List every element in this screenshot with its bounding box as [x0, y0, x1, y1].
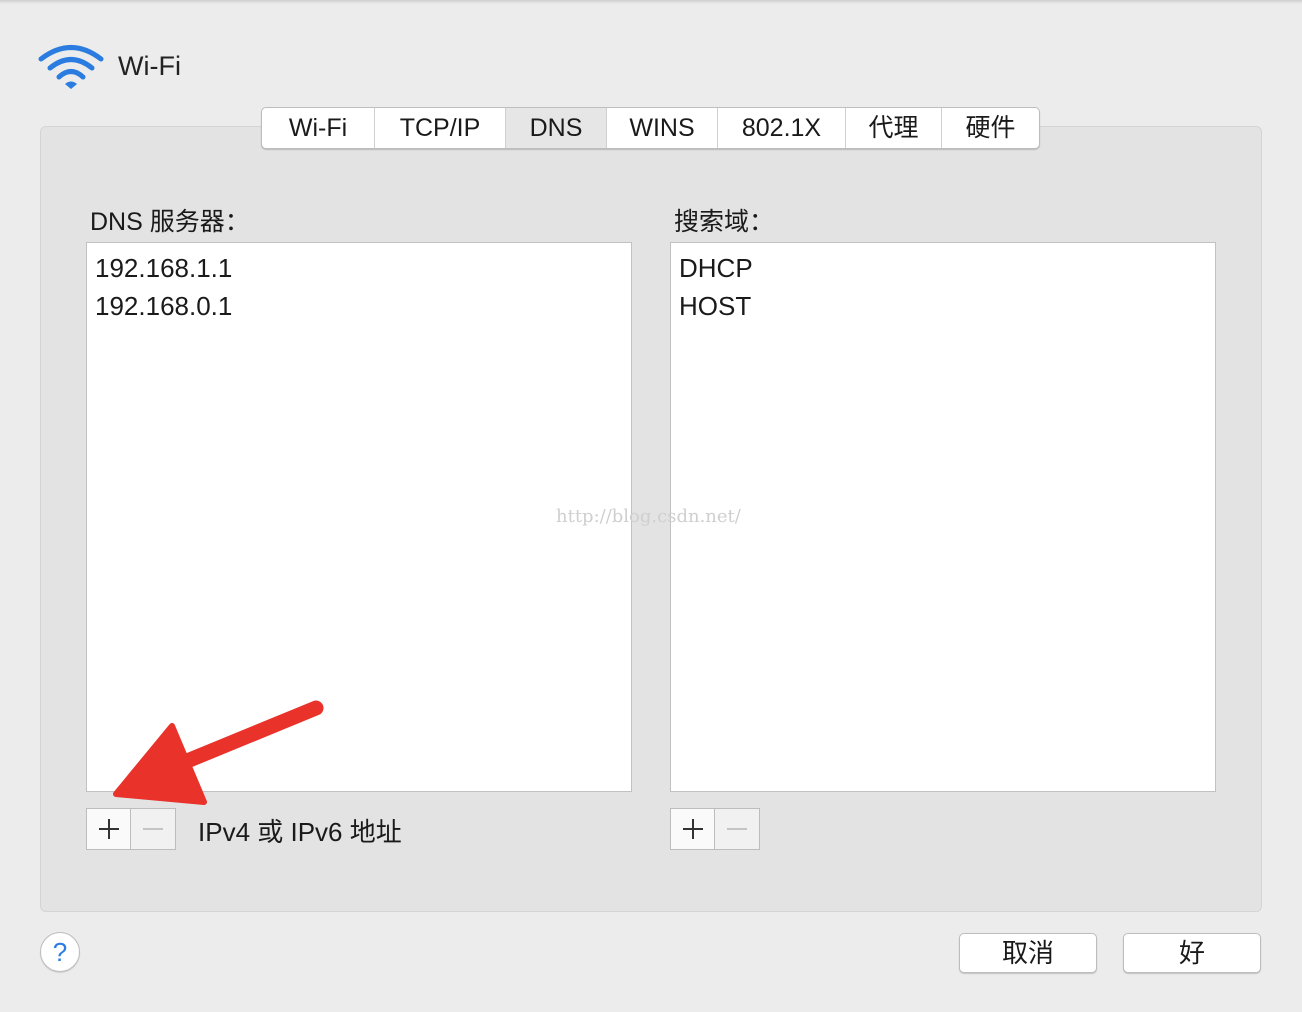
tab-wins[interactable]: WINS	[607, 108, 718, 148]
list-item[interactable]: HOST	[671, 287, 1215, 325]
dns-servers-label: DNS 服务器：	[90, 208, 250, 236]
minus-icon	[727, 828, 747, 830]
help-button[interactable]: ?	[40, 932, 80, 972]
tab-bar: Wi-Fi TCP/IP DNS WINS 802.1X 代理 硬件	[261, 107, 1040, 149]
cancel-button[interactable]: 取消	[959, 933, 1097, 973]
search-domains-buttons	[670, 808, 760, 850]
list-item[interactable]: 192.168.0.1	[87, 287, 631, 325]
watermark: http://blog.csdn.net/	[556, 506, 741, 527]
tab-8021x[interactable]: 802.1X	[718, 108, 846, 148]
window-title: Wi-Fi	[118, 50, 181, 81]
tab-wifi[interactable]: Wi-Fi	[262, 108, 375, 148]
plus-icon	[683, 819, 703, 839]
minus-icon	[143, 828, 163, 830]
list-item[interactable]: 192.168.1.1	[87, 249, 631, 287]
tab-hardware[interactable]: 硬件	[942, 108, 1039, 148]
window-top-edge	[0, 0, 1302, 4]
ok-button[interactable]: 好	[1123, 933, 1261, 973]
list-item[interactable]: DHCP	[671, 249, 1215, 287]
arrow-icon	[113, 700, 324, 805]
window-header: Wi-Fi	[38, 40, 181, 92]
remove-search-domain-button[interactable]	[715, 809, 759, 849]
add-search-domain-button[interactable]	[671, 809, 715, 849]
search-domains-list[interactable]: DHCP HOST	[670, 242, 1216, 792]
tab-dns[interactable]: DNS	[506, 108, 607, 148]
tab-tcpip[interactable]: TCP/IP	[375, 108, 506, 148]
wifi-icon	[38, 45, 104, 89]
plus-icon	[99, 819, 119, 839]
tab-proxy[interactable]: 代理	[846, 108, 942, 148]
search-domains-label: 搜索域：	[674, 208, 775, 236]
